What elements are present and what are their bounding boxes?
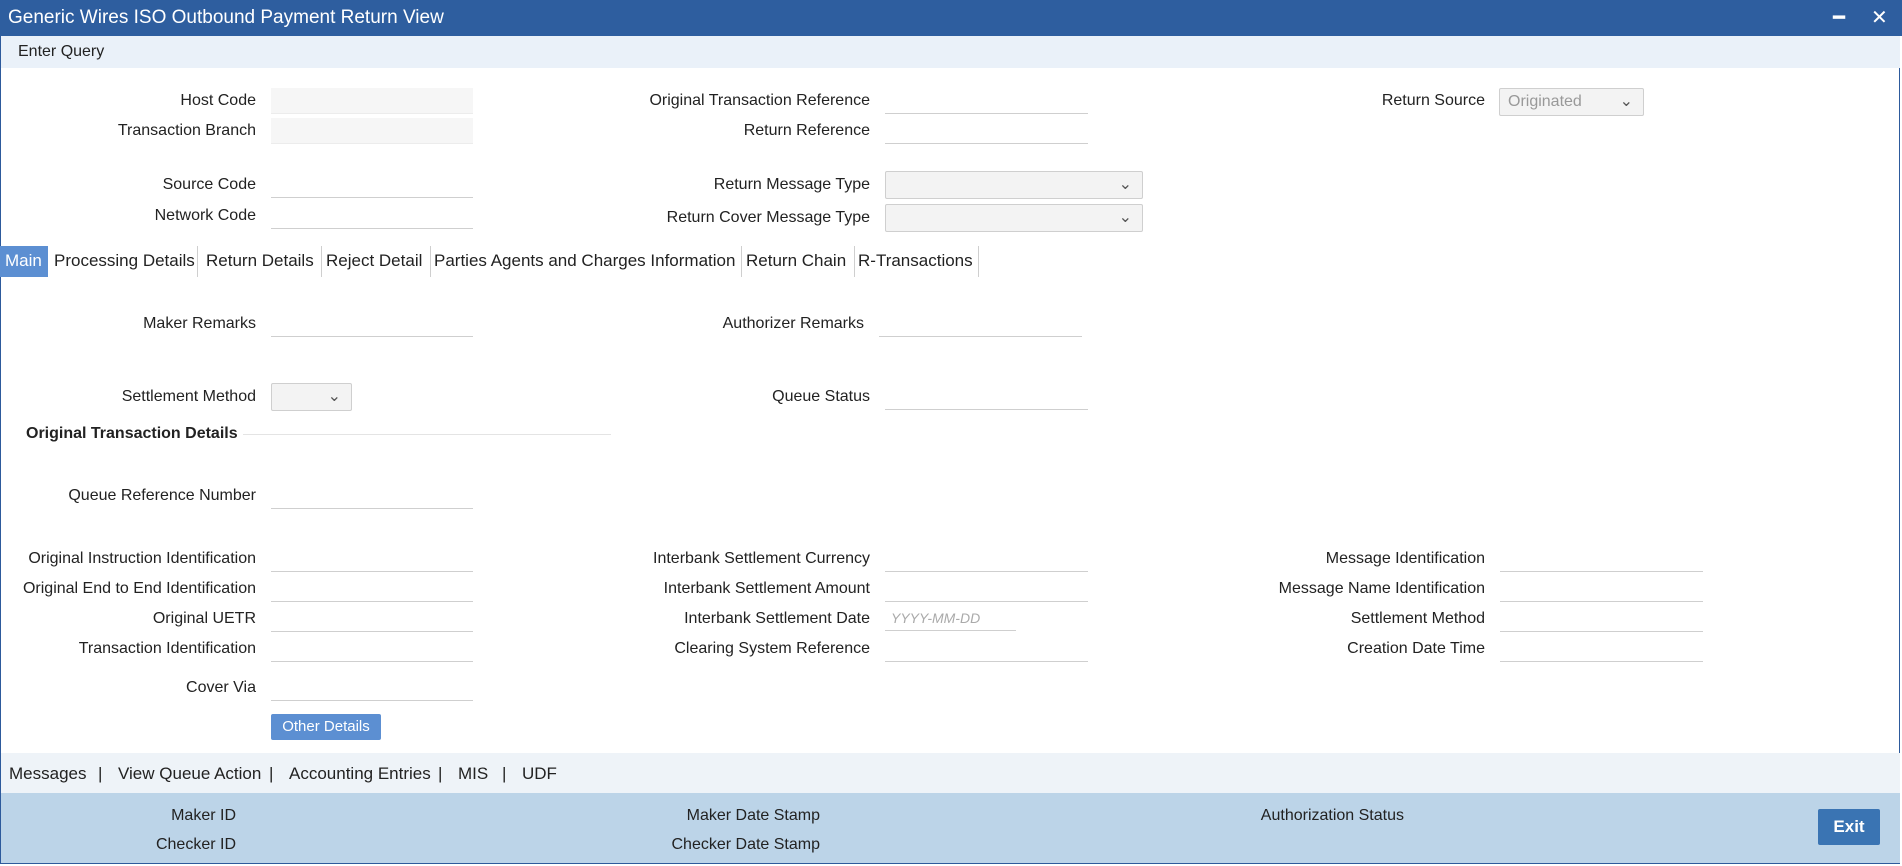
other-details-button[interactable]: Other Details [271,714,381,740]
tab-processing-details[interactable]: Processing Details [49,246,198,277]
source-code-label: Source Code [162,176,256,193]
settlement-method-2-input[interactable] [1500,606,1703,632]
date-placeholder: YYYY-MM-DD [891,610,981,626]
checker-date-stamp-label: Checker Date Stamp [671,836,820,853]
transaction-identification-label: Transaction Identification [78,640,256,657]
queue-reference-number-label: Queue Reference Number [68,487,256,504]
authorizer-remarks-input[interactable] [879,311,1082,337]
checker-id-label: Checker ID [155,836,236,853]
enter-query-button[interactable]: Enter Query [18,43,104,61]
maker-remarks-label: Maker Remarks [143,315,256,332]
queue-reference-number-input[interactable] [271,483,473,509]
action-links-bar: Messages | View Queue Action | Accountin… [1,753,1900,793]
interbank-settlement-currency-label: Interbank Settlement Currency [653,550,870,567]
authorizer-remarks-label: Authorizer Remarks [722,315,864,332]
maker-date-stamp-label: Maker Date Stamp [686,807,820,824]
section-divider [243,434,611,435]
original-end-to-end-identification-label: Original End to End Identification [22,580,256,597]
interbank-settlement-amount-input[interactable] [885,576,1088,602]
settlement-method-label: Settlement Method [121,388,256,405]
cover-via-input[interactable] [271,675,473,701]
chevron-down-icon: ⌄ [1619,93,1633,110]
message-identification-input[interactable] [1500,546,1703,572]
original-uetr-label: Original UETR [152,610,256,627]
maker-remarks-input[interactable] [271,311,473,337]
chevron-down-icon: ⌄ [327,388,341,405]
accounting-entries-link[interactable]: Accounting Entries [289,764,431,784]
window-title: Generic Wires ISO Outbound Payment Retur… [8,7,444,28]
return-reference-label: Return Reference [743,122,870,139]
host-code-label: Host Code [180,92,256,109]
original-uetr-input[interactable] [271,606,473,632]
exit-button[interactable]: Exit [1818,809,1880,845]
return-source-label: Return Source [1381,92,1485,109]
messages-link[interactable]: Messages [9,764,86,784]
transaction-branch-input[interactable] [271,118,473,144]
tab-reject-detail[interactable]: Reject Detail [321,246,431,277]
interbank-settlement-amount-label: Interbank Settlement Amount [663,580,870,597]
minimize-icon[interactable]: ━ [1833,6,1845,30]
view-queue-action-link[interactable]: View Queue Action [118,764,261,784]
close-icon[interactable]: ✕ [1871,6,1888,30]
maker-id-label: Maker ID [171,807,236,824]
tab-main[interactable]: Main [0,246,48,277]
message-name-identification-input[interactable] [1500,576,1703,602]
network-code-input[interactable] [271,203,473,229]
clearing-system-reference-label: Clearing System Reference [674,640,870,657]
return-source-value: Originated [1508,93,1582,110]
udf-link[interactable]: UDF [522,764,557,784]
tab-return-chain[interactable]: Return Chain [741,246,855,277]
original-instruction-identification-input[interactable] [271,546,473,572]
clearing-system-reference-input[interactable] [885,636,1088,662]
return-source-select[interactable]: Originated ⌄ [1499,88,1644,116]
authorization-status-label: Authorization Status [1260,807,1404,824]
link-separator: | [438,764,443,783]
message-name-identification-label: Message Name Identification [1278,580,1485,597]
tab-parties-agents-charges[interactable]: Parties Agents and Charges Information [429,246,742,277]
return-cover-message-type-select[interactable]: ⌄ [885,204,1143,232]
return-reference-input[interactable] [885,118,1088,144]
link-separator: | [502,764,507,783]
original-transaction-reference-input[interactable] [885,88,1088,114]
original-transaction-reference-label: Original Transaction Reference [649,92,870,109]
creation-date-time-input[interactable] [1500,636,1703,662]
transaction-identification-input[interactable] [271,636,473,662]
interbank-settlement-currency-input[interactable] [885,546,1088,572]
chevron-down-icon: ⌄ [1118,209,1132,226]
return-message-type-select[interactable]: ⌄ [885,171,1143,199]
return-cover-message-type-label: Return Cover Message Type [666,209,870,226]
creation-date-time-label: Creation Date Time [1347,640,1485,657]
queue-status-label: Queue Status [772,388,870,405]
message-identification-label: Message Identification [1325,550,1485,567]
title-bar: Generic Wires ISO Outbound Payment Retur… [0,0,1902,36]
host-code-input[interactable] [271,88,473,114]
original-end-to-end-identification-input[interactable] [271,576,473,602]
chevron-down-icon: ⌄ [1118,176,1132,193]
transaction-branch-label: Transaction Branch [117,122,256,139]
source-code-input[interactable] [271,172,473,198]
settlement-method-select[interactable]: ⌄ [271,383,352,411]
tab-r-transactions[interactable]: R-Transactions [853,246,979,277]
link-separator: | [98,764,103,783]
original-instruction-identification-label: Original Instruction Identification [28,550,256,567]
settlement-method-2-label: Settlement Method [1350,610,1485,627]
original-transaction-details-heading: Original Transaction Details [26,425,238,442]
return-message-type-label: Return Message Type [713,176,870,193]
tab-return-details[interactable]: Return Details [201,246,322,277]
interbank-settlement-date-input[interactable]: YYYY-MM-DD [885,605,1016,631]
interbank-settlement-date-label: Interbank Settlement Date [684,610,870,627]
queue-status-input[interactable] [885,384,1088,410]
mis-link[interactable]: MIS [458,764,488,784]
audit-footer [1,793,1900,863]
toolbar: Enter Query [1,36,1900,68]
network-code-label: Network Code [154,207,256,224]
link-separator: | [269,764,274,783]
cover-via-label: Cover Via [186,679,256,696]
